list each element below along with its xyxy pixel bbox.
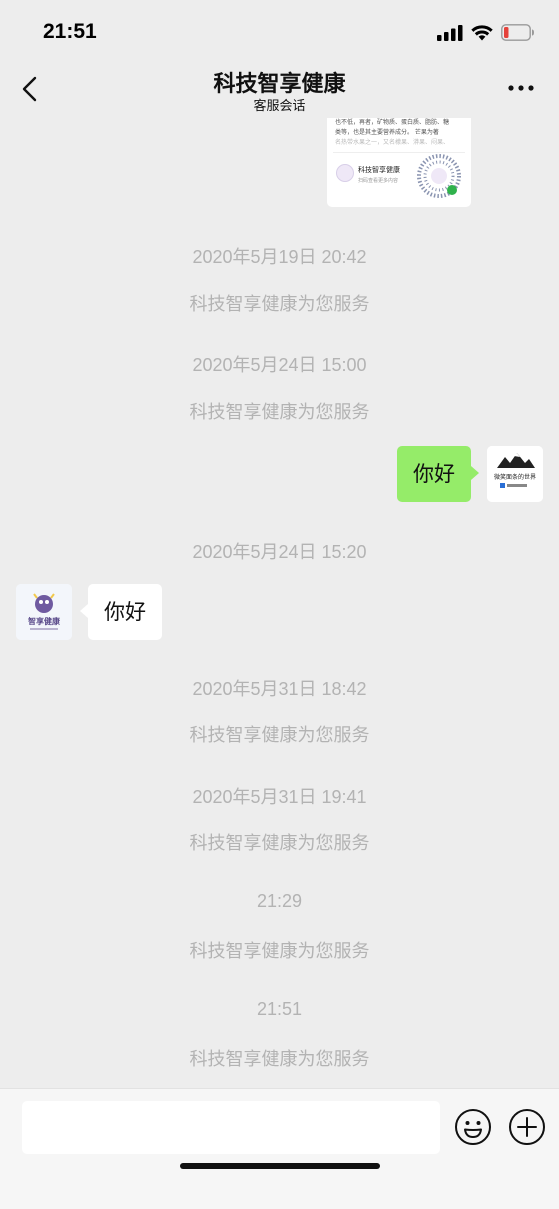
status-bar: 21:51 xyxy=(0,0,559,64)
status-time: 21:51 xyxy=(43,20,97,43)
emoji-icon[interactable] xyxy=(454,1108,492,1146)
avatar-caption: 智享健康 xyxy=(28,616,61,626)
card-text-line: 类等，也是其主要营养成分。 芒果为著 xyxy=(335,129,439,136)
page-subtitle: 客服会话 xyxy=(253,99,306,114)
input-bar xyxy=(0,1088,559,1209)
timestamp: 2020年5月31日 18:42 xyxy=(192,679,367,699)
system-message: 科技智享健康为您服务 xyxy=(189,725,370,746)
card-logo xyxy=(336,164,354,182)
home-indicator xyxy=(180,1163,380,1169)
message-input[interactable] xyxy=(22,1101,440,1154)
timestamp: 2020年5月31日 19:41 xyxy=(192,787,367,807)
timestamp: 2020年5月24日 15:00 xyxy=(192,355,367,375)
card-subtitle: 扫码查看更多内容 xyxy=(358,178,399,184)
plus-icon[interactable] xyxy=(508,1108,546,1146)
card-name: 科技智享健康 xyxy=(358,166,400,174)
user-avatar-image: 微笑面条的世界 xyxy=(487,446,543,502)
card-text-line: 名热带水果之一，又名檬果、漭果、闷果、 xyxy=(335,139,450,146)
chat-history[interactable]: 也不低，再者，矿物质、蛋白质、脂肪、糖 类等，也是其主要营养成分。 芒果为著 名… xyxy=(0,118,559,1088)
system-message: 科技智享健康为您服务 xyxy=(189,402,370,423)
timestamp: 2020年5月19日 20:42 xyxy=(192,247,367,267)
system-message: 科技智享健康为您服务 xyxy=(189,1049,370,1070)
service-avatar-image: 智享健康 xyxy=(16,584,72,640)
timestamp: 2020年5月24日 15:20 xyxy=(192,542,367,562)
page-title: 科技智享健康 xyxy=(213,72,346,97)
incoming-message-bubble[interactable]: 你好 xyxy=(80,584,162,640)
wifi-icon xyxy=(471,24,493,40)
card-description: 也不低，再者，矿物质、蛋白质、脂肪、糖 类等，也是其主要营养成分。 芒果为著 名… xyxy=(335,118,467,148)
timestamp: 21:51 xyxy=(256,999,303,1019)
status-icons xyxy=(437,24,535,41)
system-message: 科技智享健康为您服务 xyxy=(189,941,370,962)
service-avatar[interactable]: 智享健康 xyxy=(16,584,72,640)
mini-program-card[interactable]: 也不低，再者，矿物质、蛋白质、脂肪、糖 类等，也是其主要营养成分。 芒果为著 名… xyxy=(327,118,471,207)
timestamp: 21:29 xyxy=(256,891,303,911)
avatar-caption: 微笑面条的世界 xyxy=(494,473,536,481)
card-text-line: 也不低，再者，矿物质、蛋白质、脂肪、糖 xyxy=(335,119,450,126)
signal-icon xyxy=(437,24,463,41)
more-dots-icon[interactable] xyxy=(507,82,535,94)
nav-bar: 科技智享健康 客服会话 xyxy=(0,64,559,118)
system-message: 科技智享健康为您服务 xyxy=(189,833,370,854)
battery-low-icon xyxy=(501,24,534,41)
mini-program-code-icon xyxy=(417,154,461,198)
user-avatar[interactable]: 微笑面条的世界 xyxy=(487,446,543,502)
outgoing-message-bubble[interactable]: 你好 xyxy=(397,446,479,502)
divider xyxy=(333,152,465,153)
system-message: 科技智享健康为您服务 xyxy=(189,294,370,315)
